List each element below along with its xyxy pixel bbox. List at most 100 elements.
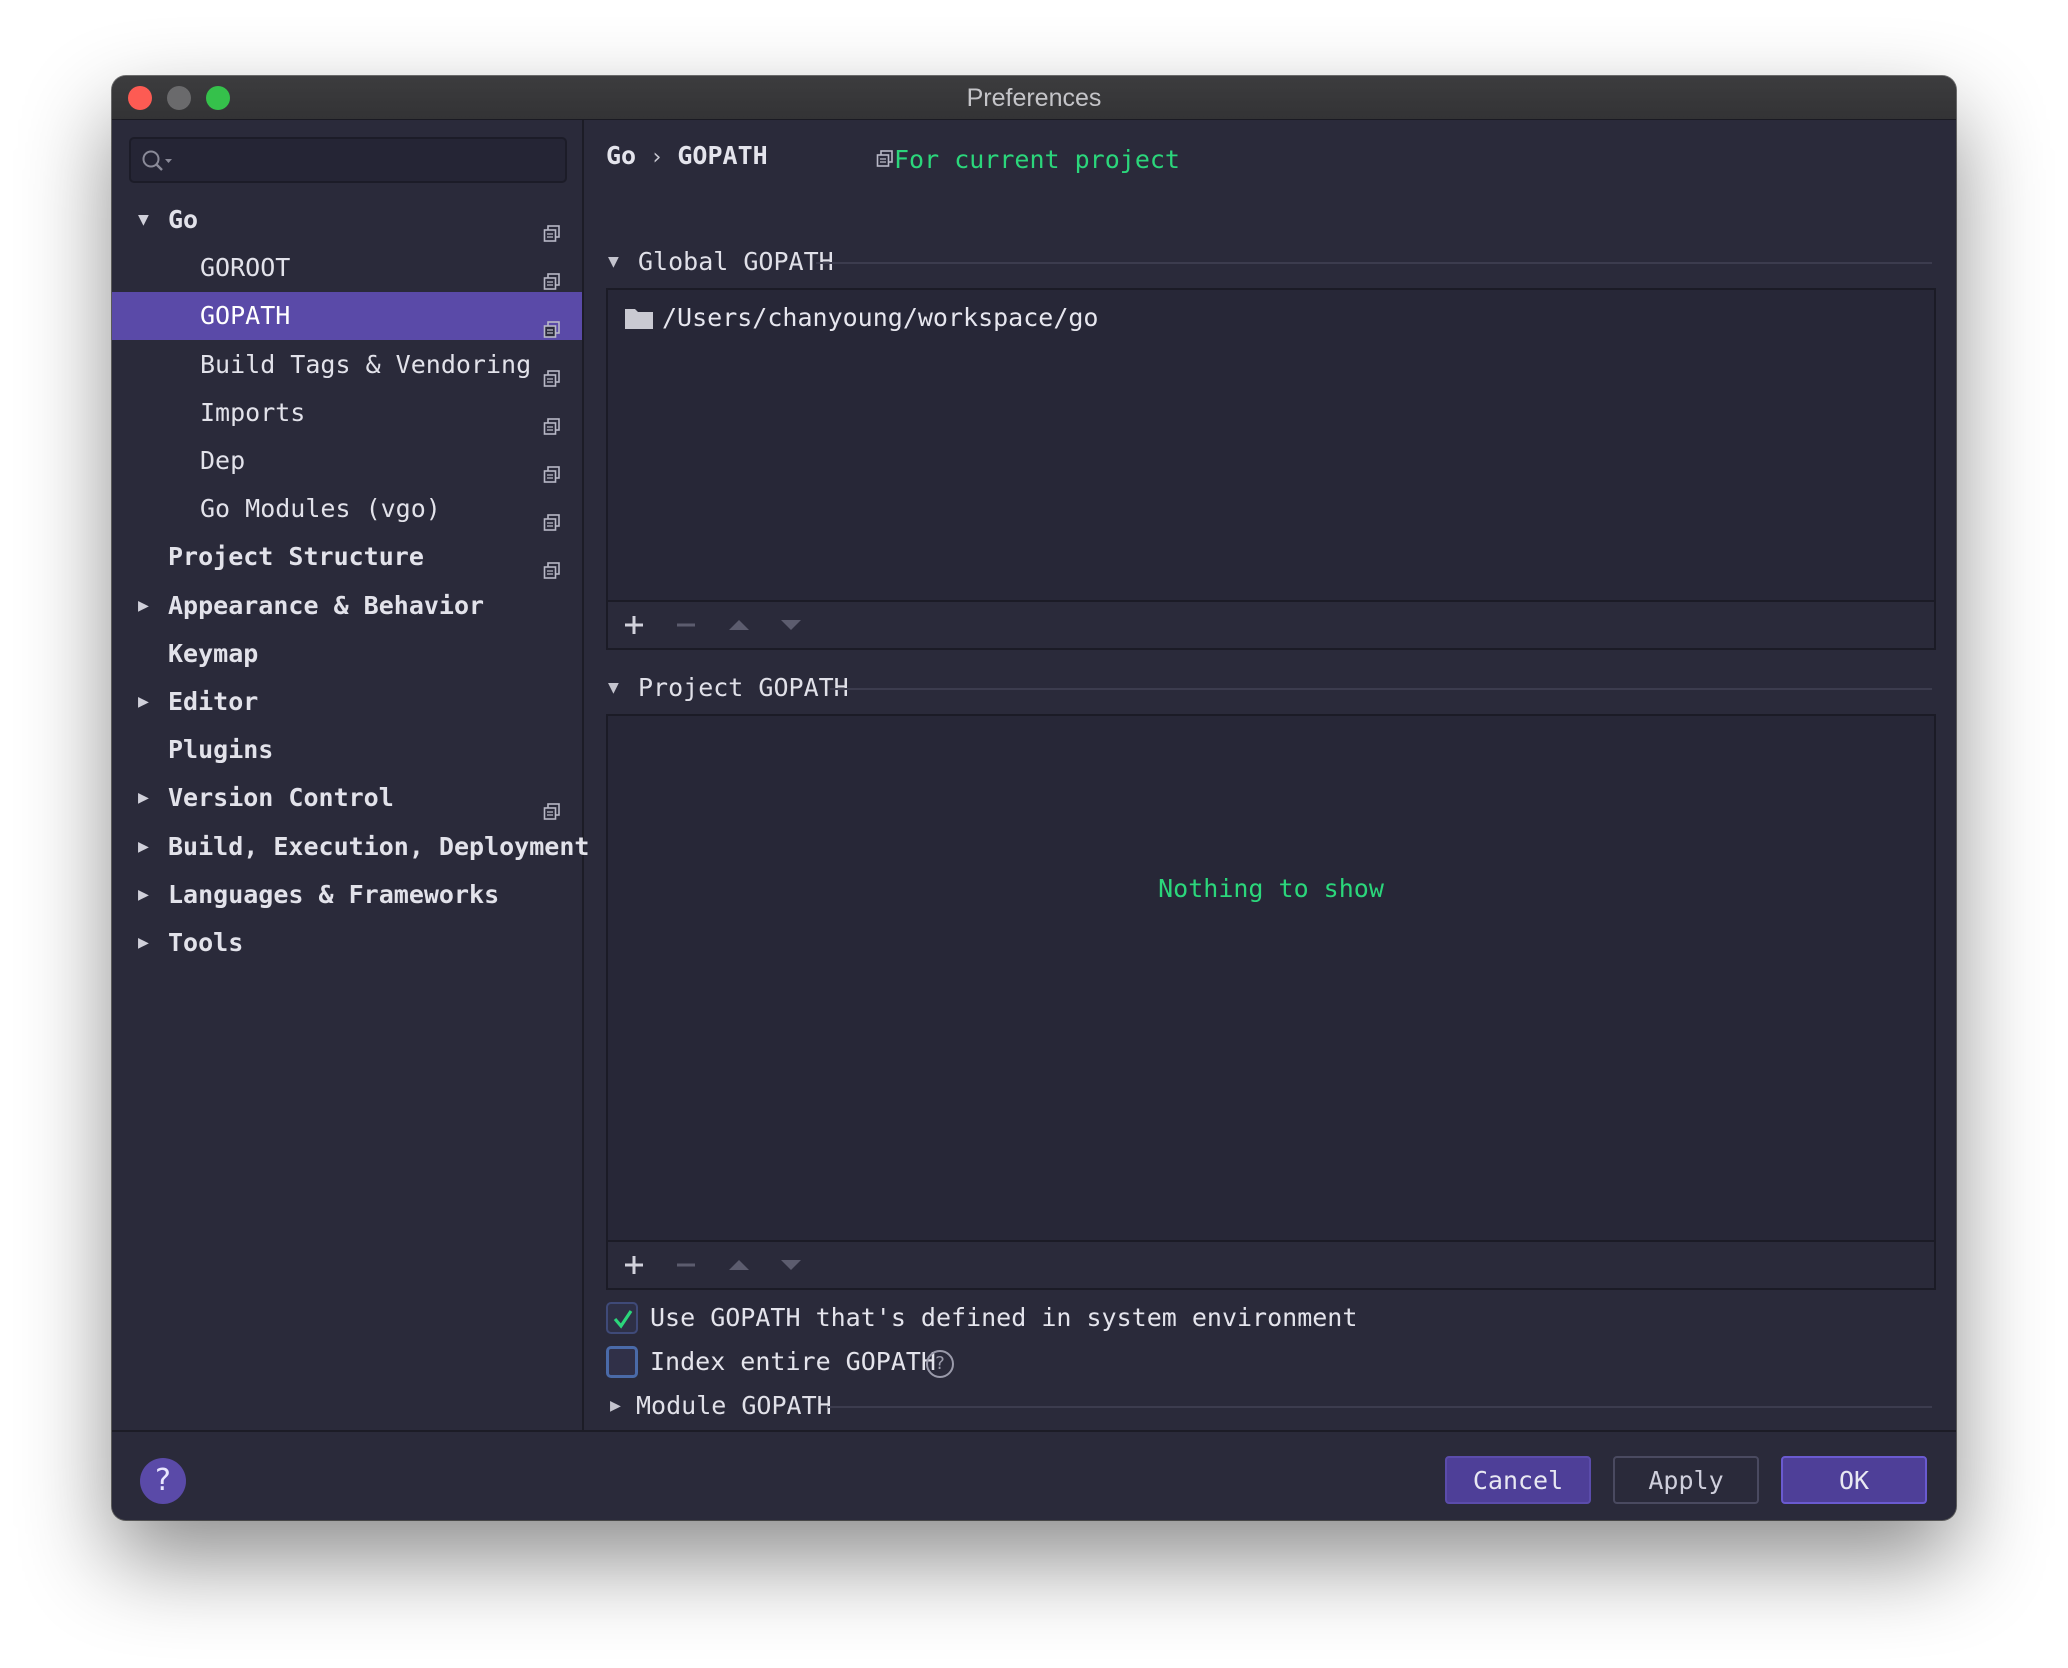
section-divider	[828, 1406, 1932, 1408]
expand-triangle-icon[interactable]: ▶	[138, 919, 158, 967]
arrow-down-icon	[781, 1260, 801, 1270]
minus-icon	[677, 1263, 695, 1267]
settings-search[interactable]	[129, 137, 567, 183]
expand-triangle-icon[interactable]: ▶	[138, 823, 158, 871]
plus-icon	[625, 616, 643, 634]
expand-triangle-icon[interactable]: ▶	[138, 678, 158, 726]
breadcrumb-current: GOPATH	[677, 141, 768, 170]
project-gopath-title: Project GOPATH	[638, 673, 849, 702]
title-bar[interactable]: Preferences	[112, 76, 1956, 120]
plus-icon	[625, 1256, 643, 1274]
sidebar-item-label: Project Structure	[168, 542, 424, 571]
move-up-button[interactable]	[718, 1242, 758, 1288]
sidebar-item-appearance-behavior[interactable]: ▶ Appearance & Behavior	[112, 582, 582, 630]
sidebar-item-label: Imports	[200, 398, 306, 427]
add-path-button[interactable]	[614, 602, 654, 648]
breadcrumb: Go › GOPATH	[606, 136, 768, 176]
sidebar-item-version-control[interactable]: ▶ Version Control	[112, 774, 582, 822]
move-down-button[interactable]	[770, 1242, 810, 1288]
sidebar-item-project-structure[interactable]: Project Structure	[112, 533, 582, 581]
empty-list-message: Nothing to show	[1158, 874, 1384, 903]
sidebar-item-label: GOROOT	[200, 253, 291, 282]
apply-button[interactable]: Apply	[1613, 1456, 1759, 1504]
sidebar-item-label: Tools	[168, 928, 244, 957]
use-system-gopath-label: Use GOPATH that's defined in system envi…	[650, 1303, 1358, 1332]
arrow-up-icon	[729, 620, 749, 630]
project-gopath-header[interactable]: ▼ Project GOPATH	[586, 668, 1956, 708]
sidebar-item-build-execution-deployment[interactable]: ▶ Build, Execution, Deployment	[112, 823, 589, 871]
sidebar-item-go[interactable]: ▼ Go	[112, 196, 582, 244]
breadcrumb-parent: Go	[606, 141, 637, 170]
collapse-triangle-icon[interactable]: ▼	[138, 196, 158, 244]
settings-sidebar: ▼ Go GOROOT GOPATH Build Tags & Vendoring Imp…	[112, 120, 589, 1430]
help-circle-icon[interactable]: ?	[926, 1350, 954, 1378]
sidebar-item-imports[interactable]: Imports	[112, 389, 582, 437]
sidebar-item-label: Plugins	[168, 735, 274, 764]
sidebar-item-label: Dep	[200, 446, 246, 475]
dialog-footer: ? Cancel Apply OK	[112, 1430, 1956, 1520]
search-icon	[142, 150, 172, 171]
section-divider	[816, 262, 1932, 264]
expand-triangle-icon[interactable]: ▶	[138, 774, 158, 822]
gopath-settings-panel: Go › GOPATH For current project ▼ Global G…	[586, 120, 1956, 1430]
expand-triangle-icon[interactable]: ▶	[138, 871, 158, 919]
add-path-button[interactable]	[614, 1242, 654, 1288]
sidebar-item-plugins[interactable]: Plugins	[112, 726, 582, 774]
expand-triangle-icon[interactable]: ▶	[610, 1394, 621, 1418]
collapse-triangle-icon[interactable]: ▼	[608, 250, 619, 274]
remove-path-button[interactable]	[666, 602, 706, 648]
gopath-entry: /Users/chanyoung/workspace/go	[662, 303, 1099, 332]
global-gopath-title: Global GOPATH	[638, 247, 834, 276]
index-entire-gopath-checkbox[interactable]	[606, 1346, 638, 1378]
cancel-button[interactable]: Cancel	[1445, 1456, 1591, 1504]
section-divider	[830, 688, 1932, 690]
sidebar-item-gopath[interactable]: GOPATH	[112, 292, 582, 340]
collapse-triangle-icon[interactable]: ▼	[608, 676, 619, 700]
move-down-button[interactable]	[770, 602, 810, 648]
module-gopath-title: Module GOPATH	[636, 1391, 832, 1420]
use-system-gopath-checkbox[interactable]	[606, 1302, 638, 1334]
move-up-button[interactable]	[718, 602, 758, 648]
minus-icon	[677, 623, 695, 627]
global-gopath-header[interactable]: ▼ Global GOPATH	[586, 242, 1956, 282]
module-gopath-header[interactable]: ▶ Module GOPATH	[586, 1386, 1956, 1426]
project-gopath-list[interactable]: Nothing to show	[606, 714, 1936, 1290]
sidebar-item-label: Version Control	[168, 783, 394, 812]
sidebar-item-label: Editor	[168, 687, 259, 716]
sidebar-item-label: Languages & Frameworks	[168, 880, 500, 909]
folder-icon	[625, 309, 653, 329]
sidebar-item-go-modules-vgo[interactable]: Go Modules (vgo)	[112, 485, 582, 533]
checkmark-icon	[613, 1310, 633, 1329]
sidebar-item-build-tags-vendoring[interactable]: Build Tags & Vendoring	[112, 341, 582, 389]
sidebar-item-tools[interactable]: ▶ Tools	[112, 919, 582, 967]
sidebar-item-label: Go	[168, 205, 199, 234]
sidebar-item-label: Keymap	[168, 639, 259, 668]
project-gopath-toolbar	[608, 1240, 1934, 1288]
search-input[interactable]	[179, 143, 559, 179]
global-gopath-list[interactable]: /Users/chanyoung/workspace/go	[606, 288, 1936, 650]
sidebar-item-languages-frameworks[interactable]: ▶ Languages & Frameworks	[112, 871, 582, 919]
breadcrumb-separator: ›	[650, 145, 664, 170]
sidebar-item-editor[interactable]: ▶ Editor	[112, 678, 582, 726]
global-gopath-toolbar	[608, 600, 1934, 648]
scope-label: For current project	[894, 145, 1180, 174]
expand-triangle-icon[interactable]: ▶	[138, 582, 158, 630]
preferences-window: Preferences ▼ Go GOROOT GOPATH Build Tags & …	[112, 76, 1956, 1520]
project-scope-icon	[876, 150, 893, 167]
remove-path-button[interactable]	[666, 1242, 706, 1288]
index-entire-gopath-option[interactable]: Index entire GOPATH ?	[606, 1344, 1326, 1380]
sidebar-item-dep[interactable]: Dep	[112, 437, 582, 485]
sidebar-item-label: Build Tags & Vendoring	[200, 350, 532, 379]
arrow-down-icon	[781, 620, 801, 630]
arrow-up-icon	[729, 1260, 749, 1270]
sidebar-item-label: GOPATH	[200, 301, 291, 330]
index-entire-gopath-label: Index entire GOPATH	[650, 1347, 936, 1376]
sidebar-item-keymap[interactable]: Keymap	[112, 630, 582, 678]
sidebar-item-label: Build, Execution, Deployment	[168, 832, 590, 861]
sidebar-item-label: Appearance & Behavior	[168, 591, 485, 620]
help-button[interactable]: ?	[140, 1458, 186, 1504]
window-title: Preferences	[966, 84, 1102, 112]
ok-button[interactable]: OK	[1781, 1456, 1927, 1504]
sidebar-item-goroot[interactable]: GOROOT	[112, 244, 582, 292]
sidebar-item-label: Go Modules (vgo)	[200, 494, 441, 523]
